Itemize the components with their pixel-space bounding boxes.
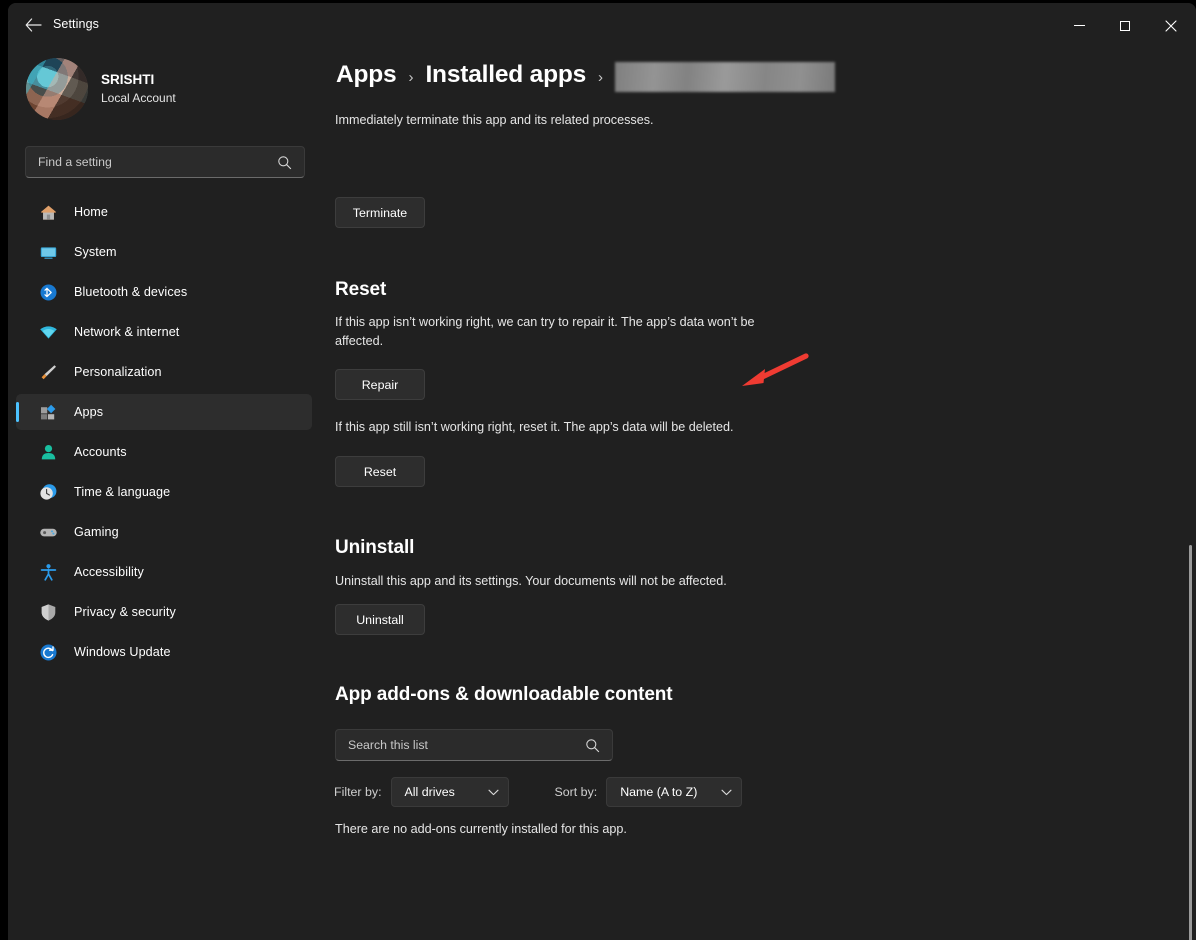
close-button[interactable]: [1148, 3, 1194, 48]
shield-icon: [38, 602, 58, 622]
bluetooth-icon: [38, 282, 58, 302]
breadcrumb-apps[interactable]: Apps: [336, 61, 397, 89]
addons-search-input[interactable]: [336, 738, 585, 752]
window-title: Settings: [53, 17, 99, 31]
sidebar-item-accessibility[interactable]: Accessibility: [16, 554, 312, 590]
scrollbar-thumb[interactable]: [1189, 545, 1192, 940]
addons-search-box[interactable]: [335, 729, 613, 761]
sidebar-item-label: Network & internet: [74, 325, 180, 339]
clock-icon: [38, 482, 58, 502]
system-icon: [38, 242, 58, 262]
search-box[interactable]: [25, 146, 305, 178]
maximize-icon: [1120, 20, 1130, 31]
minimize-button[interactable]: [1056, 3, 1102, 48]
sidebar-item-label: Privacy & security: [74, 605, 176, 619]
breadcrumb-current-app-redacted: [615, 62, 836, 92]
addons-filter-row: Filter by: All drives Sort by: Name (A t…: [334, 777, 743, 807]
sidebar: SRISHTI Local Account Find a setting Hom…: [8, 48, 320, 940]
chevron-down-icon: [487, 789, 499, 796]
navigation-list: Home System Bluetooth & devices Network …: [16, 194, 312, 674]
terminate-description: Immediately terminate this app and its r…: [335, 113, 654, 127]
breadcrumb: Apps › Installed apps ›: [336, 58, 836, 92]
back-button[interactable]: [15, 9, 51, 41]
sidebar-item-label: System: [74, 245, 117, 259]
close-icon: [1165, 19, 1177, 32]
paintbrush-icon: [38, 362, 58, 382]
account-block[interactable]: SRISHTI Local Account: [26, 58, 176, 120]
sidebar-item-bluetooth[interactable]: Bluetooth & devices: [16, 274, 312, 310]
sidebar-item-label: Home: [74, 205, 108, 219]
repair-description: If this app isn’t working right, we can …: [335, 315, 755, 348]
sidebar-item-gaming[interactable]: Gaming: [16, 514, 312, 550]
sidebar-item-home[interactable]: Home: [16, 194, 312, 230]
addons-empty-message: There are no add-ons currently installed…: [335, 822, 627, 836]
uninstall-description: Uninstall this app and its settings. You…: [335, 574, 727, 588]
home-icon: [38, 202, 58, 222]
reset-description: If this app still isn’t working right, r…: [335, 420, 734, 434]
sidebar-item-label: Gaming: [74, 525, 119, 539]
addons-heading: App add-ons & downloadable content: [335, 684, 673, 705]
filter-by-value: All drives: [404, 785, 455, 799]
main-content: Apps › Installed apps › Immediately term…: [320, 48, 1196, 940]
back-arrow-icon: [25, 18, 42, 32]
sidebar-item-label: Accounts: [74, 445, 127, 459]
breadcrumb-separator-icon: ›: [408, 68, 414, 86]
filter-by-dropdown[interactable]: All drives: [390, 777, 509, 807]
update-icon: [38, 642, 58, 662]
sort-by-value: Name (A to Z): [620, 785, 698, 799]
search-icon: [585, 738, 600, 753]
account-icon: [38, 442, 58, 462]
sidebar-item-label: Apps: [74, 405, 104, 419]
sidebar-item-label: Windows Update: [74, 645, 171, 659]
sidebar-item-network[interactable]: Network & internet: [16, 314, 312, 350]
breadcrumb-separator-icon: ›: [598, 68, 604, 86]
sort-by-dropdown[interactable]: Name (A to Z): [606, 777, 743, 807]
sidebar-item-label: Personalization: [74, 365, 162, 379]
uninstall-button[interactable]: Uninstall: [335, 604, 425, 635]
sidebar-item-personalization[interactable]: Personalization: [16, 354, 312, 390]
sidebar-item-system[interactable]: System: [16, 234, 312, 270]
gamepad-icon: [38, 522, 58, 542]
reset-button[interactable]: Reset: [335, 456, 425, 487]
sort-group: Sort by: Name (A to Z): [555, 777, 743, 807]
sidebar-item-privacy-security[interactable]: Privacy & security: [16, 594, 312, 630]
uninstall-heading: Uninstall: [335, 537, 415, 558]
account-text: SRISHTI Local Account: [101, 71, 176, 106]
sidebar-item-apps[interactable]: Apps: [16, 394, 312, 430]
annotation-arrow-icon: [742, 353, 809, 386]
terminate-button[interactable]: Terminate: [335, 197, 425, 228]
sort-by-label: Sort by:: [554, 785, 598, 799]
minimize-icon: [1073, 25, 1085, 26]
sidebar-item-windows-update[interactable]: Windows Update: [16, 634, 312, 670]
network-icon: [38, 322, 58, 342]
filter-by-label: Filter by:: [334, 785, 382, 799]
sidebar-item-label: Time & language: [74, 485, 171, 499]
settings-window: Settings SRISHTI Local Account Find a se…: [8, 3, 1196, 940]
sidebar-item-time-language[interactable]: Time & language: [16, 474, 312, 510]
maximize-button[interactable]: [1102, 3, 1148, 48]
account-name: SRISHTI: [101, 72, 155, 88]
title-bar: Settings: [8, 3, 1196, 48]
accessibility-icon: [38, 562, 58, 582]
reset-heading: Reset: [335, 279, 387, 300]
breadcrumb-installed-apps[interactable]: Installed apps: [425, 61, 586, 89]
account-type: Local Account: [101, 90, 176, 105]
avatar: [26, 58, 88, 120]
search-icon: [277, 155, 292, 170]
content-scrollbar[interactable]: [1182, 93, 1196, 940]
sidebar-item-accounts[interactable]: Accounts: [16, 434, 312, 470]
apps-icon: [38, 402, 58, 422]
search-input[interactable]: [26, 155, 277, 169]
sidebar-item-label: Accessibility: [74, 565, 144, 579]
sidebar-item-label: Bluetooth & devices: [74, 285, 188, 299]
repair-button[interactable]: Repair: [335, 369, 425, 400]
chevron-down-icon: [721, 789, 732, 796]
